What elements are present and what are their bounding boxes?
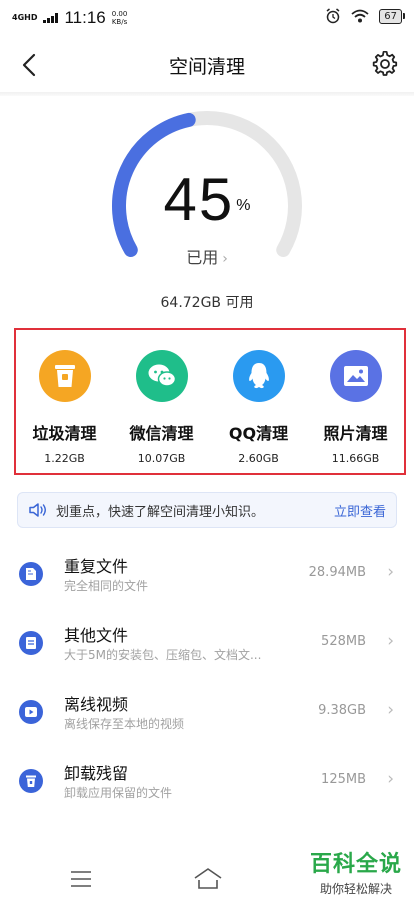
chevron-right-icon: › [387, 700, 394, 720]
wifi-icon [351, 9, 369, 23]
category-grid: 垃圾清理 1.22GB 微信清理 10.07GB QQ清理 2.60GB 照片清… [14, 328, 406, 475]
list-item-size: 125MB [321, 772, 366, 787]
network-type: 4GHD [12, 13, 38, 22]
home-icon[interactable] [193, 866, 223, 890]
trash-icon [19, 769, 43, 793]
list-item-duplicate[interactable]: 重复文件 完全相同的文件 28.94MB › [0, 540, 414, 609]
chevron-right-icon: › [387, 631, 394, 651]
category-icon-bg [329, 350, 382, 402]
list-item-title: 离线视频 [64, 695, 129, 714]
gear-icon [372, 51, 398, 76]
net-speed: 0.00 [111, 10, 128, 18]
qq-penguin-icon [248, 363, 269, 389]
category-name: 照片清理 [323, 424, 388, 443]
list-item-desc: 完全相同的文件 [64, 579, 149, 593]
category-icon-bg [38, 350, 91, 402]
usage-percent: 45% [0, 168, 414, 232]
category-name: 微信清理 [129, 424, 194, 443]
usage-percent-value: 45 [163, 166, 235, 233]
category-size: 11.66GB [331, 452, 380, 465]
category-size: 2.60GB [238, 452, 279, 465]
chevron-right-icon: › [387, 562, 394, 582]
category-icon-bg [232, 350, 285, 402]
list-item-desc: 大于5M的安装包、压缩包、文档文... [64, 648, 262, 662]
list-item-desc: 卸载应用保留的文件 [64, 786, 173, 800]
list-item-desc: 离线保存至本地的视频 [64, 717, 185, 731]
menu-icon[interactable] [70, 870, 92, 888]
battery-icon: 67 [379, 8, 405, 24]
category-junk[interactable]: 垃圾清理 1.22GB [16, 330, 113, 473]
list-item-residue[interactable]: 卸载残留 卸载应用保留的文件 125MB › [0, 747, 414, 816]
watermark-subtitle: 助你轻松解决 [319, 882, 392, 896]
document-icon [19, 631, 43, 655]
list-item-size: 9.38GB [318, 703, 366, 718]
duplicate-file-icon [19, 562, 43, 586]
list-item-other[interactable]: 其他文件 大于5M的安装包、压缩包、文档文... 528MB › [0, 609, 414, 678]
category-size: 10.07GB [137, 452, 186, 465]
view-now-link[interactable]: 立即查看 [334, 501, 386, 520]
tip-text: 划重点，快速了解空间清理小知识。 [56, 504, 265, 520]
category-photo[interactable]: 照片清理 11.66GB [307, 330, 404, 473]
system-nav-bar: 百科全说 助你轻松解决 [0, 852, 414, 910]
category-wechat[interactable]: 微信清理 10.07GB [113, 330, 210, 473]
usage-percent-sign: % [236, 197, 251, 214]
list-item-size: 28.94MB [308, 565, 366, 580]
video-icon [19, 700, 43, 724]
available-space: 64.72GB 可用 [160, 295, 254, 311]
page-title: 空间清理 [168, 56, 245, 78]
speaker-icon [29, 503, 46, 517]
trash-bin-icon [54, 365, 75, 387]
alarm-icon [326, 8, 340, 24]
wechat-icon [148, 364, 176, 387]
file-list: 重复文件 完全相同的文件 28.94MB › 其他文件 大于5M的安装包、压缩包… [0, 540, 414, 816]
chevron-right-icon: › [387, 769, 394, 789]
watermark-title: 百科全说 [309, 852, 402, 877]
nav-bar: 空间清理 [0, 36, 414, 92]
settings-button[interactable] [370, 49, 400, 79]
category-icon-bg [135, 350, 188, 402]
net-speed-unit: KB/s [111, 18, 128, 26]
status-bar: 4GHD 11:16 0.00 KB/s 67 [0, 0, 414, 36]
list-item-size: 528MB [321, 634, 366, 649]
used-link[interactable]: 已用 › [0, 244, 414, 268]
category-name: 垃圾清理 [32, 424, 97, 443]
list-item-title: 其他文件 [64, 626, 129, 645]
category-name: QQ清理 [228, 424, 289, 443]
photo-icon [343, 366, 368, 386]
storage-gauge: 45% 已用 › 64.72GB 可用 [0, 96, 414, 326]
watermark: 百科全说 助你轻松解决 [310, 846, 402, 897]
category-size: 1.22GB [44, 452, 85, 465]
signal-icon [43, 13, 59, 23]
list-item-video[interactable]: 离线视频 离线保存至本地的视频 9.38GB › [0, 678, 414, 747]
list-item-title: 重复文件 [64, 557, 129, 576]
clock: 11:16 [64, 8, 106, 27]
category-qq[interactable]: QQ清理 2.60GB [210, 330, 307, 473]
used-label: 已用 [186, 248, 219, 267]
chevron-right-icon: › [222, 251, 228, 267]
list-item-title: 卸载残留 [64, 764, 129, 783]
tip-banner[interactable]: 划重点，快速了解空间清理小知识。 立即查看 [17, 492, 397, 528]
